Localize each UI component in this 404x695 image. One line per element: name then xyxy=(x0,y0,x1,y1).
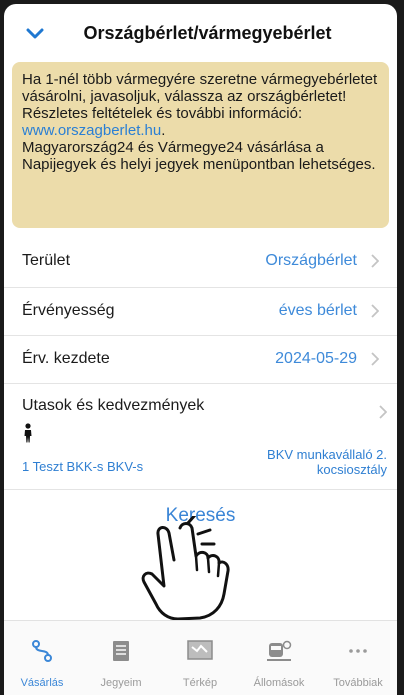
chevron-right-icon xyxy=(379,405,387,419)
notice-text-3: Magyarország24 és Vármegye24 vásárlása a… xyxy=(22,139,376,173)
start-date-value: 2024-05-29 xyxy=(275,350,357,367)
passengers-label: Utasok és kedvezmények xyxy=(22,397,205,414)
person-icon xyxy=(24,423,32,443)
tab-label: Vásárlás xyxy=(20,677,64,689)
validity-value: éves bérlet xyxy=(278,302,357,319)
info-notice: Ha 1-nél több vármegyére szeretne vármeg… xyxy=(12,62,389,228)
tab-more[interactable]: Továbbiak xyxy=(320,621,396,695)
tap-hand-icon xyxy=(141,516,230,621)
area-row[interactable]: Terület Országbérlet xyxy=(4,235,397,287)
start-date-label: Érv. kezdete xyxy=(22,350,110,367)
notice-text-1: Ha 1-nél több vármegyére szeretne vármeg… xyxy=(22,71,378,105)
tab-label: Térkép xyxy=(182,677,218,689)
notice-text-2: Részletes feltételek és további informác… xyxy=(22,105,303,122)
divider xyxy=(4,489,397,490)
chevron-right-icon xyxy=(371,352,379,366)
chevron-right-icon xyxy=(371,304,379,318)
tab-label: Állomások xyxy=(253,677,305,689)
chevron-right-icon xyxy=(371,254,379,268)
notice-link-line: www.orszagberlet.hu. xyxy=(22,122,379,139)
passenger-name: 1 Teszt BKK-s BKV-s xyxy=(22,459,144,474)
bottom-tab-bar: Vásárlás Jegyeim Térkép Állomások Tovább… xyxy=(4,620,397,695)
more-icon xyxy=(349,649,367,653)
header: Országbérlet/vármegyebérlet xyxy=(4,4,397,62)
map-icon xyxy=(187,640,213,660)
area-value: Országbérlet xyxy=(265,252,357,269)
tab-map[interactable]: Térkép xyxy=(162,621,238,695)
tab-purchase[interactable]: Vásárlás xyxy=(4,621,80,695)
ticket-icon xyxy=(113,641,129,661)
validity-label: Érvényesség xyxy=(22,302,115,319)
discount-type: BKV munkavállaló 2. kocsiosztály xyxy=(267,447,387,477)
route-icon xyxy=(32,640,52,662)
tab-label: Jegyeim xyxy=(100,677,142,689)
validity-row[interactable]: Érvényesség éves bérlet xyxy=(4,287,397,335)
tab-label: Továbbiak xyxy=(333,677,383,689)
station-icon xyxy=(267,640,292,661)
tab-my-tickets[interactable]: Jegyeim xyxy=(83,621,159,695)
tab-stations[interactable]: Állomások xyxy=(241,621,317,695)
app-screen: Országbérlet/vármegyebérlet Ha 1-nél töb… xyxy=(4,4,397,695)
page-title: Országbérlet/vármegyebérlet xyxy=(83,23,332,43)
area-label: Terület xyxy=(22,252,71,269)
website-link[interactable]: www.orszagberlet.hu xyxy=(22,122,161,139)
start-date-row[interactable]: Érv. kezdete 2024-05-29 xyxy=(4,335,397,383)
passengers-row[interactable]: Utasok és kedvezmények 1 Teszt BKK-s BKV… xyxy=(4,383,397,489)
link-suffix: . xyxy=(161,122,166,139)
